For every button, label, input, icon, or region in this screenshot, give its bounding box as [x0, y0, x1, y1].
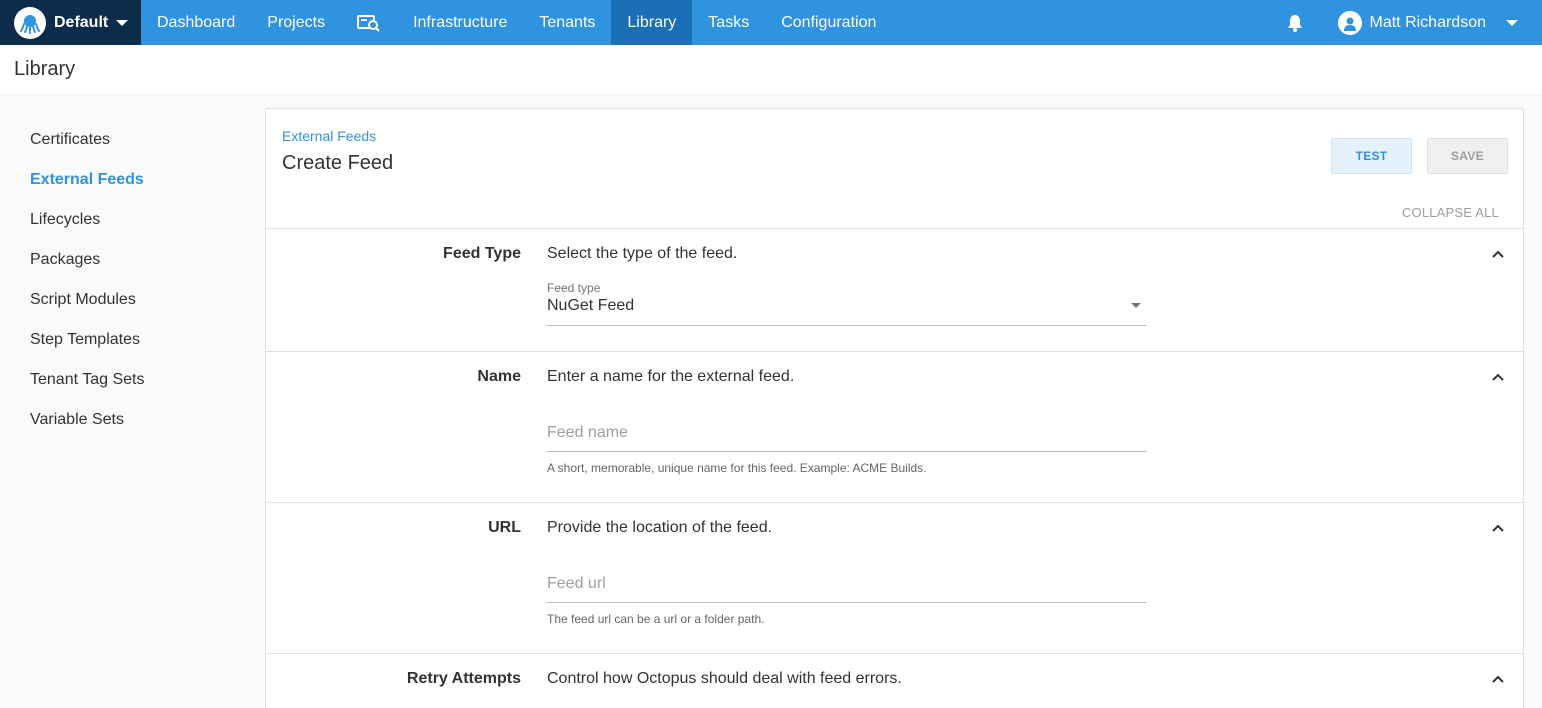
nav-tenants[interactable]: Tenants	[523, 0, 611, 45]
space-switcher[interactable]: Default	[0, 0, 141, 45]
sidebar-item-lifecycles[interactable]: Lifecycles	[0, 200, 250, 240]
nav-dashboard[interactable]: Dashboard	[141, 0, 251, 45]
section-label: Feed Type	[443, 245, 521, 262]
nav-right-area: Matt Richardson	[1273, 0, 1542, 45]
feed-name-hint: A short, memorable, unique name for this…	[547, 461, 927, 475]
section-description: Select the type of the feed.	[547, 245, 738, 262]
library-sidebar: Certificates External Feeds Lifecycles P…	[0, 120, 250, 440]
section-feed-type: Feed Type Select the type of the feed. F…	[266, 228, 1523, 351]
feed-type-value: NuGet Feed	[547, 297, 635, 314]
sidebar-item-tenant-tag-sets[interactable]: Tenant Tag Sets	[0, 360, 250, 400]
section-label: URL	[488, 519, 521, 536]
nav-library[interactable]: Library	[611, 0, 693, 45]
chevron-up-icon[interactable]	[1491, 247, 1505, 261]
section-description: Control how Octopus should deal with fee…	[547, 670, 902, 687]
section-retry-attempts: Retry Attempts Control how Octopus shoul…	[266, 653, 1523, 708]
space-name: Default	[54, 13, 109, 31]
sidebar-item-certificates[interactable]: Certificates	[0, 120, 250, 160]
top-navigation: Default Dashboard Projects Infrastructur…	[0, 0, 1542, 45]
section-description: Provide the location of the feed.	[547, 519, 773, 536]
section-name: Name Enter a name for the external feed.…	[266, 351, 1523, 502]
feed-name-input[interactable]	[547, 414, 1147, 452]
nav-configuration[interactable]: Configuration	[765, 0, 892, 45]
create-feed-panel: External Feeds Create Feed TEST SAVE COL…	[265, 108, 1524, 708]
section-label: Retry Attempts	[406, 670, 521, 687]
feed-url-input[interactable]	[547, 565, 1147, 603]
test-button[interactable]: TEST	[1331, 138, 1412, 174]
search-projects-icon[interactable]	[341, 0, 397, 45]
sidebar-item-step-templates[interactable]: Step Templates	[0, 320, 250, 360]
form-title: Create Feed	[282, 152, 394, 174]
sidebar-item-variable-sets[interactable]: Variable Sets	[0, 400, 250, 440]
chevron-down-icon	[1506, 19, 1518, 26]
collapse-all-link[interactable]: COLLAPSE ALL	[1402, 205, 1499, 220]
section-description: Enter a name for the external feed.	[547, 368, 795, 385]
feed-type-caption: Feed type	[547, 281, 601, 295]
user-name: Matt Richardson	[1369, 13, 1487, 31]
save-button[interactable]: SAVE	[1427, 138, 1508, 174]
chevron-down-icon	[116, 19, 129, 26]
notification-bell-icon[interactable]	[1273, 0, 1318, 45]
nav-tasks[interactable]: Tasks	[692, 0, 765, 45]
sidebar-item-external-feeds[interactable]: External Feeds	[0, 160, 250, 200]
feed-url-hint: The feed url can be a url or a folder pa…	[547, 612, 765, 626]
page-title: Library	[14, 58, 76, 80]
feed-type-select[interactable]: Feed type NuGet Feed	[547, 281, 1147, 326]
chevron-up-icon[interactable]	[1491, 672, 1505, 686]
section-url: URL Provide the location of the feed. Th…	[266, 502, 1523, 653]
user-menu[interactable]: Matt Richardson	[1337, 10, 1542, 35]
octopus-logo-icon	[14, 6, 46, 39]
sidebar-item-script-modules[interactable]: Script Modules	[0, 280, 250, 320]
breadcrumb[interactable]: External Feeds	[282, 128, 376, 144]
page-header: Library	[0, 45, 1542, 94]
user-avatar-icon	[1337, 10, 1362, 35]
chevron-up-icon[interactable]	[1491, 521, 1505, 535]
chevron-up-icon[interactable]	[1491, 370, 1505, 384]
section-label: Name	[477, 368, 521, 385]
sidebar-item-packages[interactable]: Packages	[0, 240, 250, 280]
nav-projects[interactable]: Projects	[251, 0, 341, 45]
dropdown-arrow-icon	[1131, 303, 1141, 308]
nav-infrastructure[interactable]: Infrastructure	[397, 0, 523, 45]
